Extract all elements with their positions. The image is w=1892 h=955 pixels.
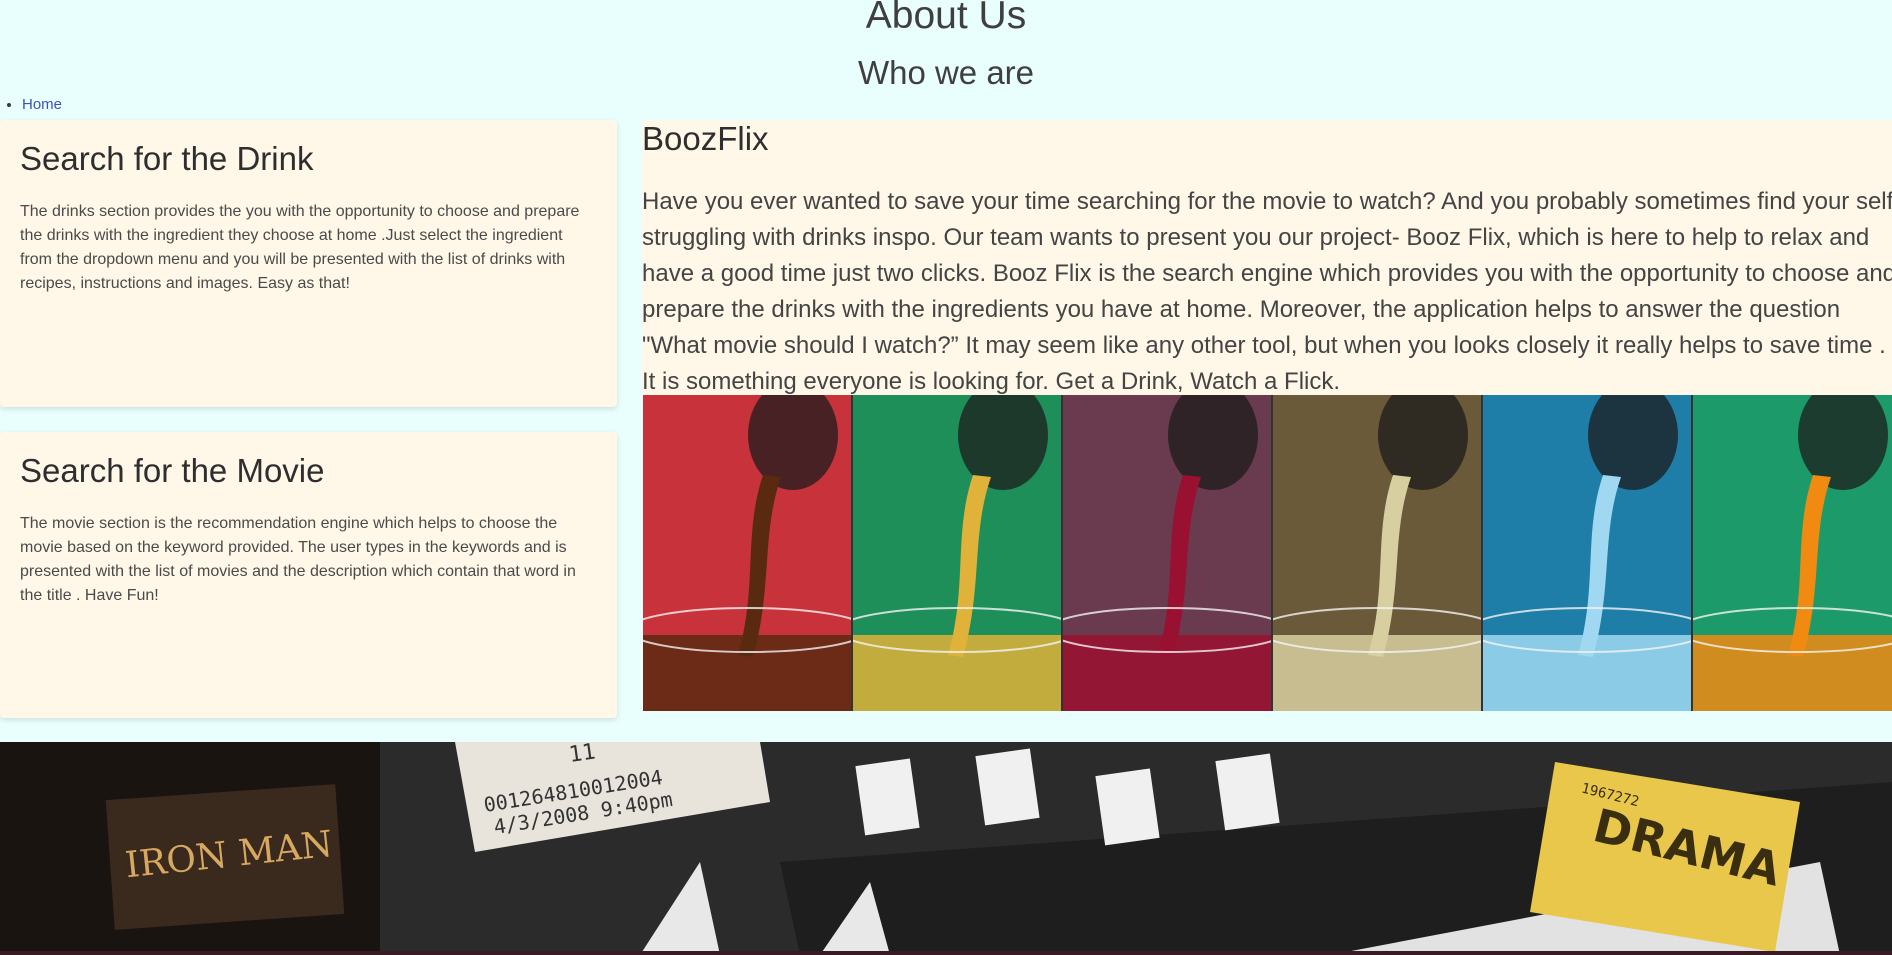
page-title: About Us [865, 0, 1027, 37]
bottom-strip [0, 951, 1892, 955]
ticket-seat: 11 [567, 742, 597, 768]
juice-pour-image [1693, 395, 1892, 711]
movie-card-text: The movie section is the recommendation … [20, 515, 576, 604]
about-title: BoozFlix [642, 120, 769, 157]
drink-card-title: Search for the Drink [20, 140, 314, 177]
movie-card-title: Search for the Movie [20, 452, 325, 489]
movie-banner-image: IRON MAN 11 001264810012004 4/3/2008 9:4… [0, 742, 1892, 955]
champagne-pour-image [1273, 395, 1483, 711]
drink-card: Search for the Drink The drinks section … [0, 120, 617, 407]
wine-pour-image [1063, 395, 1273, 711]
movie-card: Search for the Movie The movie section i… [0, 432, 617, 718]
water-pour-image [1483, 395, 1693, 711]
about-section: BoozFlix Have you ever wanted to save yo… [642, 120, 1892, 395]
breadcrumb-home-link[interactable]: Home [22, 96, 62, 113]
soda-pour-image [643, 395, 853, 711]
page-subtitle: Who we are [857, 54, 1035, 91]
beer-pour-image [853, 395, 1063, 711]
breadcrumb-item: Home [22, 96, 62, 113]
drink-card-text: The drinks section provides the you with… [20, 203, 580, 292]
about-text: Have you ever wanted to save your time s… [642, 188, 1892, 395]
breadcrumb: Home [0, 96, 62, 113]
drinks-gallery [643, 395, 1892, 711]
